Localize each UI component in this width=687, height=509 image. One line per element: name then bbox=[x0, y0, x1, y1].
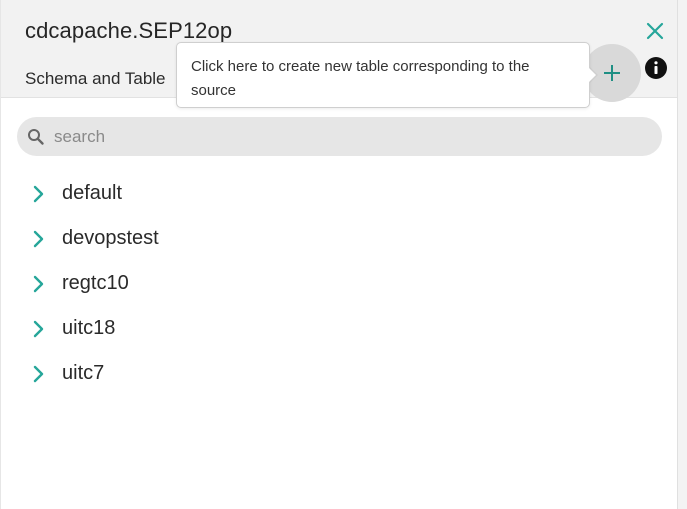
close-icon bbox=[646, 22, 664, 40]
page-title: cdcapache.SEP12op bbox=[25, 18, 233, 43]
tree-item-label: default bbox=[62, 182, 123, 204]
tree-item-uitc18[interactable]: uitc18 bbox=[1, 306, 678, 351]
tree-item-label: devopstest bbox=[62, 227, 159, 249]
chevron-right-icon[interactable] bbox=[31, 228, 47, 250]
info-button[interactable] bbox=[644, 56, 668, 80]
schema-tree: default devopstest regtc10 uitc18 uitc7 bbox=[1, 171, 678, 396]
add-table-tooltip: Click here to create new table correspon… bbox=[176, 42, 590, 108]
window-edge bbox=[677, 0, 687, 509]
tree-item-devopstest[interactable]: devopstest bbox=[1, 216, 678, 261]
tree-item-uitc7[interactable]: uitc7 bbox=[1, 351, 678, 396]
search-icon bbox=[28, 129, 44, 145]
chevron-right-icon[interactable] bbox=[31, 363, 47, 385]
chevron-right-icon[interactable] bbox=[31, 318, 47, 340]
tooltip-arrow-fill bbox=[588, 67, 596, 83]
tree-item-regtc10[interactable]: regtc10 bbox=[1, 261, 678, 306]
close-button[interactable] bbox=[641, 17, 669, 45]
chevron-right-icon[interactable] bbox=[31, 273, 47, 295]
section-subtitle: Schema and Table bbox=[25, 69, 166, 88]
plus-icon bbox=[604, 65, 620, 81]
tree-item-label: uitc7 bbox=[62, 362, 105, 384]
search-bar bbox=[17, 117, 662, 156]
tree-item-label: regtc10 bbox=[62, 272, 129, 294]
tree-item-default[interactable]: default bbox=[1, 171, 678, 216]
chevron-right-icon[interactable] bbox=[31, 183, 47, 205]
info-icon bbox=[645, 57, 667, 79]
schema-panel: cdcapache.SEP12op Schema and Table Click… bbox=[0, 0, 678, 509]
search-input[interactable] bbox=[54, 117, 644, 156]
tree-item-label: uitc18 bbox=[62, 317, 116, 339]
